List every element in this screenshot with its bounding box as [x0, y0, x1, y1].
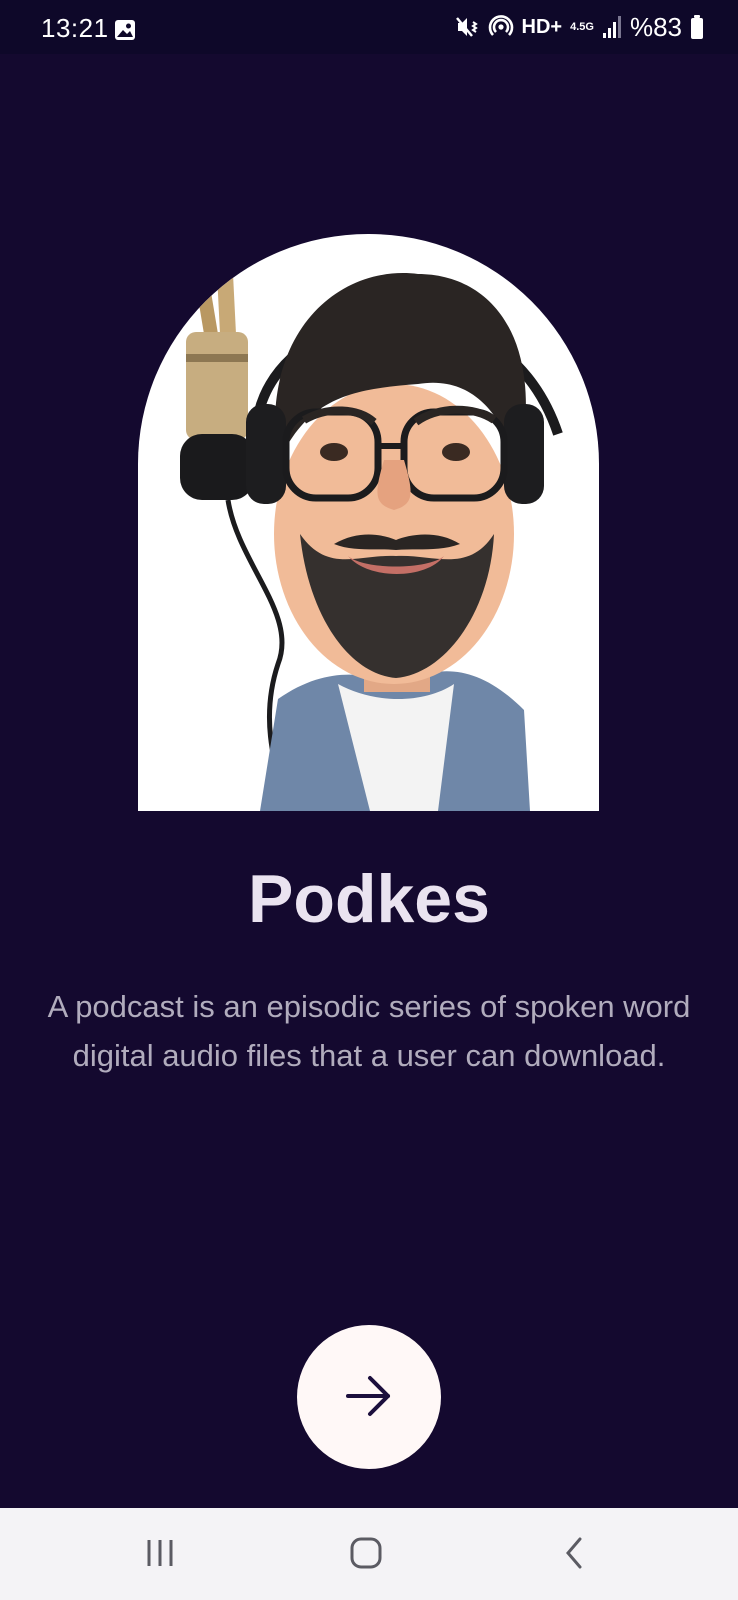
next-button[interactable] [297, 1325, 441, 1469]
gallery-icon [114, 19, 136, 41]
back-icon [562, 1536, 586, 1575]
battery-icon [690, 14, 704, 40]
status-icons: HD+ 4.5G %83 [454, 10, 704, 44]
podcast-host-illustration [138, 234, 599, 811]
battery-percent: %83 [629, 11, 682, 42]
app-title: Podkes [248, 861, 490, 937]
mute-vibrate-icon [454, 14, 480, 40]
navigation-bar [0, 1508, 738, 1600]
signal-icon [602, 15, 622, 39]
microphone-icon [186, 332, 248, 440]
hotspot-icon [488, 14, 514, 40]
app-description: A podcast is an episodic series of spoke… [47, 989, 691, 1073]
home-icon [349, 1536, 383, 1575]
network-label: HD+ [521, 15, 563, 38]
recent-apps-icon [143, 1538, 177, 1573]
status-time: 13:21 [41, 13, 109, 43]
home-button[interactable] [336, 1532, 396, 1578]
back-button[interactable] [544, 1532, 604, 1578]
arrow-right-icon [344, 1373, 394, 1422]
status-bar: 13:21 HD+ 4.5G %83 [0, 0, 738, 54]
network-type: 4.5G [570, 20, 594, 33]
recent-apps-button[interactable] [130, 1532, 190, 1578]
